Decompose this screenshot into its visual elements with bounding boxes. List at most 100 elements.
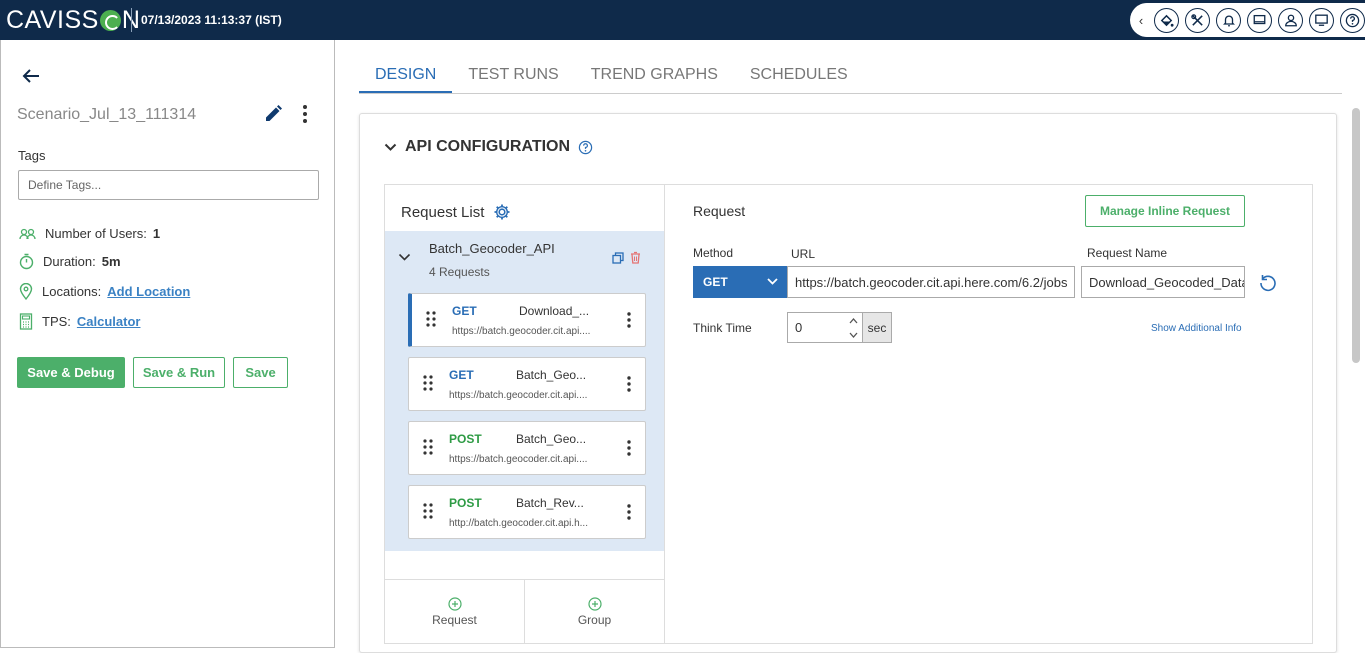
request-method: POST — [449, 432, 482, 446]
config-container: Request List Batch_Geocoder_API 4 Reques… — [384, 184, 1313, 644]
request-name: Download_... — [519, 304, 590, 318]
group-name: Batch_Geocoder_API — [429, 241, 555, 256]
think-time-value[interactable]: 0 — [788, 313, 844, 342]
request-menu-icon[interactable] — [627, 312, 631, 328]
think-time-stepper[interactable]: 0 sec — [787, 312, 892, 343]
help-icon[interactable] — [1340, 7, 1365, 33]
chevron-down-icon[interactable] — [384, 143, 397, 152]
request-method: GET — [452, 304, 477, 318]
drag-handle-icon[interactable] — [423, 439, 433, 455]
url-input[interactable]: https://batch.geocoder.cit.api.here.com/… — [787, 266, 1075, 298]
think-time-label: Think Time — [693, 321, 752, 335]
request-title: Request — [693, 203, 746, 219]
section-title: API CONFIGURATION — [405, 138, 571, 155]
add-request-button[interactable]: Request — [385, 580, 525, 643]
tags-input[interactable] — [18, 170, 319, 200]
chevron-left-icon[interactable]: ‹ — [1134, 13, 1148, 28]
request-list-panel: Request List Batch_Geocoder_API 4 Reques… — [385, 185, 665, 643]
api-configuration-card: API CONFIGURATION Request List Batch_Geo… — [359, 113, 1337, 653]
duration: Duration: 5m — [19, 253, 121, 270]
method-label: Method — [693, 246, 734, 260]
bell-icon[interactable] — [1216, 7, 1241, 33]
group-collapse-icon[interactable] — [398, 253, 411, 262]
user-icon[interactable] — [1278, 7, 1303, 33]
request-method: POST — [449, 496, 482, 510]
drag-handle-icon[interactable] — [423, 375, 433, 391]
help-circle-icon[interactable] — [578, 140, 593, 155]
request-url: http://batch.geocoder.cit.api.h... — [449, 518, 588, 529]
display-icon[interactable] — [1309, 7, 1334, 33]
request-name: Batch_Rev... — [516, 496, 584, 510]
request-name: Batch_Geo... — [516, 432, 587, 446]
paint-bucket-icon[interactable] — [1154, 7, 1179, 33]
request-group: Batch_Geocoder_API 4 Requests GET Downlo… — [385, 231, 664, 551]
scrollbar[interactable] — [1352, 108, 1360, 363]
calculator-icon — [19, 313, 33, 330]
request-item[interactable]: GET Batch_Geo... https://batch.geocoder.… — [408, 357, 646, 411]
scenario-panel: Scenario_Jul_13_111314 Tags Number of Us… — [0, 40, 335, 648]
more-options-icon[interactable] — [301, 104, 309, 124]
manage-inline-request-button[interactable]: Manage Inline Request — [1085, 195, 1245, 227]
method-select[interactable]: GET — [693, 266, 787, 298]
request-item[interactable]: GET Download_... https://batch.geocoder.… — [408, 293, 646, 347]
scenario-name: Scenario_Jul_13_111314 — [17, 106, 197, 123]
tab-trend-graphs[interactable]: TREND GRAPHS — [575, 56, 734, 93]
logo-o-icon — [99, 9, 121, 31]
save-debug-button[interactable]: Save & Debug — [17, 357, 125, 388]
think-time-unit: sec — [862, 313, 891, 342]
server-datetime: 07/13/2023 11:13:37 (IST) — [141, 13, 282, 27]
add-group-button[interactable]: Group — [525, 580, 664, 643]
copy-icon[interactable] — [612, 252, 624, 264]
delete-icon[interactable] — [630, 251, 641, 264]
request-menu-icon[interactable] — [627, 440, 631, 456]
request-method: GET — [449, 368, 474, 382]
location-pin-icon — [19, 283, 33, 300]
cavisson-logo: CAVISS N — [6, 5, 141, 34]
request-name: Batch_Geo... — [516, 368, 587, 382]
tools-icon[interactable] — [1185, 7, 1210, 33]
tab-design[interactable]: DESIGN — [359, 56, 453, 93]
tags-label: Tags — [18, 148, 46, 163]
save-run-button[interactable]: Save & Run — [133, 357, 225, 388]
request-list-header: Request List — [401, 203, 511, 221]
divider — [131, 8, 132, 32]
header-toolbar: ‹ — [1130, 3, 1365, 37]
request-url: https://batch.geocoder.cit.api.... — [449, 390, 588, 401]
request-menu-icon[interactable] — [627, 504, 631, 520]
request-details-panel: Request Manage Inline Request Method URL… — [665, 185, 1313, 643]
tab-schedules[interactable]: SCHEDULES — [734, 56, 864, 93]
monitor-icon[interactable] — [1247, 7, 1272, 33]
locations: Locations: Add Location — [19, 283, 190, 300]
request-url: https://batch.geocoder.cit.api.... — [452, 326, 591, 337]
plus-circle-icon — [447, 596, 462, 611]
request-name-input[interactable]: Download_Geocoded_Data — [1081, 266, 1245, 298]
tab-test-runs[interactable]: TEST RUNS — [452, 56, 574, 93]
show-additional-info-link[interactable]: Show Additional Info — [1151, 323, 1242, 334]
request-url: https://batch.geocoder.cit.api.... — [449, 454, 588, 465]
edit-pencil-icon[interactable] — [263, 104, 283, 124]
save-button[interactable]: Save — [233, 357, 288, 388]
users-icon — [19, 228, 36, 239]
add-location-link[interactable]: Add Location — [107, 284, 190, 299]
reset-icon[interactable] — [1258, 273, 1278, 293]
spinner-arrows-icon[interactable] — [844, 313, 862, 342]
drag-handle-icon[interactable] — [423, 503, 433, 519]
back-arrow-icon[interactable] — [21, 67, 41, 85]
tps: TPS: Calculator — [19, 313, 140, 330]
add-actions: Request Group — [385, 579, 664, 643]
request-name-label: Request Name — [1087, 246, 1168, 260]
chevron-down-icon — [767, 278, 778, 285]
request-item[interactable]: POST Batch_Geo... https://batch.geocoder… — [408, 421, 646, 475]
calculator-link[interactable]: Calculator — [77, 314, 141, 329]
top-bar: CAVISS N 07/13/2023 11:13:37 (IST) ‹ — [0, 0, 1365, 40]
drag-handle-icon[interactable] — [426, 311, 436, 327]
timer-icon — [19, 253, 34, 270]
number-of-users: Number of Users: 1 — [19, 226, 160, 241]
url-label: URL — [791, 247, 816, 261]
section-header[interactable]: API CONFIGURATION — [384, 138, 601, 156]
request-menu-icon[interactable] — [627, 376, 631, 392]
group-request-count: 4 Requests — [429, 265, 490, 279]
tab-bar: DESIGN TEST RUNS TREND GRAPHS SCHEDULES — [359, 56, 1342, 94]
settings-gear-icon[interactable] — [493, 203, 511, 221]
request-item[interactable]: POST Batch_Rev... http://batch.geocoder.… — [408, 485, 646, 539]
